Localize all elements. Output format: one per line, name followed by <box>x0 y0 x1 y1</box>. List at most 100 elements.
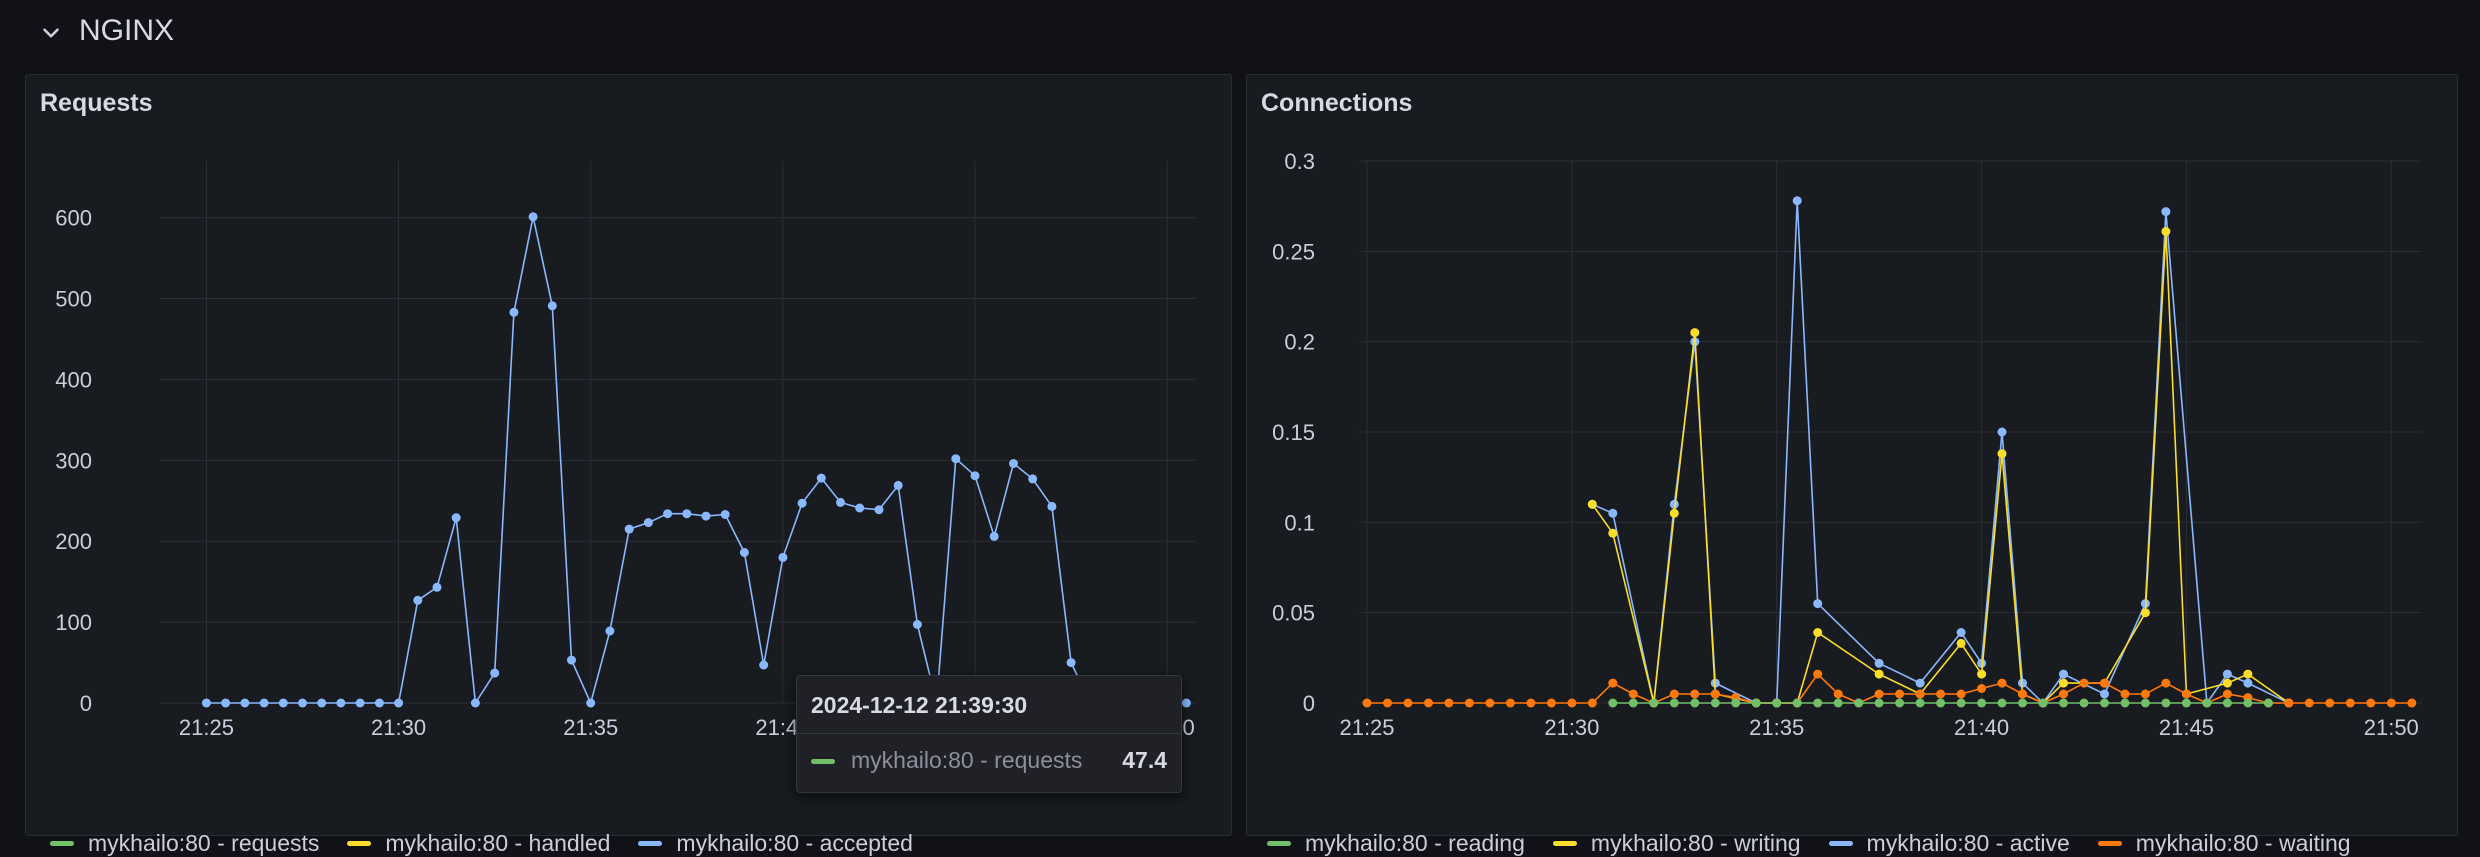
data-point-writing <box>2059 678 2068 688</box>
data-point-reading <box>1936 698 1946 708</box>
y-tick-label: 0.25 <box>1272 239 1315 264</box>
data-point-accepted <box>432 582 442 592</box>
data-point-active <box>2100 689 2109 699</box>
tooltip-value: 47.4 <box>1122 747 1167 773</box>
y-tick-label: 0.05 <box>1272 601 1315 626</box>
data-point-reading <box>1792 698 1802 708</box>
data-point-writing <box>1669 508 1679 518</box>
data-point-writing <box>1587 499 1597 509</box>
data-point-reading <box>2202 698 2212 708</box>
x-tick-label: 21:25 <box>179 715 234 740</box>
data-point-waiting <box>2140 689 2150 699</box>
data-point-active <box>2161 207 2171 217</box>
data-point-reading <box>2120 698 2130 708</box>
y-tick-label: 0.1 <box>1284 510 1315 535</box>
legend-item-reading[interactable]: mykhailo:80 - reading <box>1267 830 1525 857</box>
data-point-accepted <box>1047 501 1057 511</box>
data-point-waiting <box>1464 698 1474 708</box>
data-point-reading <box>1772 698 1782 708</box>
data-point-accepted <box>874 505 884 515</box>
legend-item-requests[interactable]: mykhailo:80 - requests <box>50 830 319 857</box>
data-point-waiting <box>1567 698 1577 708</box>
x-tick-label: 21:45 <box>2159 715 2214 740</box>
x-tick-label: 21:30 <box>1544 715 1599 740</box>
data-point-active <box>1813 599 1823 609</box>
data-point-accepted <box>413 595 423 605</box>
data-point-active <box>2059 669 2068 679</box>
data-point-accepted <box>470 698 480 708</box>
data-point-waiting <box>2181 689 2191 699</box>
data-point-accepted <box>663 509 673 519</box>
data-point-accepted <box>1066 658 1076 668</box>
y-tick-label: 400 <box>55 367 92 392</box>
data-point-waiting <box>1977 684 1987 693</box>
data-point-waiting <box>1444 698 1454 708</box>
data-point-accepted <box>240 698 250 708</box>
data-point-reading <box>1608 698 1618 708</box>
legend-item-accepted[interactable]: mykhailo:80 - accepted <box>638 830 913 857</box>
row-header: NGINX <box>0 0 2480 66</box>
tooltip-divider <box>797 733 1181 734</box>
data-point-active <box>1997 427 2007 437</box>
x-tick-label: 21:40 <box>1954 715 2009 740</box>
requests-chart[interactable]: 21:2521:3021:3521:4021:4521:500100200300… <box>26 75 1231 755</box>
y-tick-label: 0.15 <box>1272 420 1315 445</box>
data-point-writing <box>1956 638 1966 648</box>
legend-item-active[interactable]: mykhailo:80 - active <box>1828 830 2070 857</box>
data-point-accepted <box>355 698 365 708</box>
series-line-active <box>1591 199 2290 704</box>
legend-item-handled[interactable]: mykhailo:80 - handled <box>347 830 610 857</box>
data-point-accepted <box>1181 698 1191 708</box>
legend-label: mykhailo:80 - writing <box>1590 830 1801 856</box>
data-point-waiting <box>1362 698 1372 708</box>
data-point-reading <box>2059 698 2068 708</box>
chevron-down-icon[interactable] <box>38 20 64 46</box>
y-tick-label: 0 <box>1303 691 1315 716</box>
data-point-accepted <box>317 698 327 708</box>
data-point-accepted <box>759 660 769 670</box>
data-point-accepted <box>701 511 711 521</box>
legend-item-waiting[interactable]: mykhailo:80 - waiting <box>2097 830 2351 857</box>
y-tick-label: 0.2 <box>1284 330 1315 355</box>
data-point-writing <box>1977 669 1987 679</box>
data-point-waiting <box>2018 689 2027 699</box>
data-point-accepted <box>201 698 211 708</box>
data-point-writing <box>2161 227 2171 236</box>
data-point-active <box>1915 678 1925 688</box>
data-point-accepted <box>624 524 634 534</box>
data-point-reading <box>1915 698 1925 708</box>
data-point-reading <box>1956 698 1966 708</box>
data-point-waiting <box>1813 669 1823 679</box>
data-point-reading <box>1669 698 1679 708</box>
row-title[interactable]: NGINX <box>79 14 174 48</box>
data-point-accepted <box>778 552 788 562</box>
data-point-waiting <box>1956 689 1966 699</box>
data-point-waiting <box>1587 698 1597 708</box>
y-tick-label: 200 <box>55 529 92 554</box>
data-point-accepted <box>336 698 346 708</box>
data-point-reading <box>1751 698 1761 708</box>
data-point-accepted <box>221 698 231 708</box>
data-point-waiting <box>2386 698 2396 708</box>
data-point-waiting <box>2079 678 2089 688</box>
hover-tooltip: 2024-12-12 21:39:30 mykhailo:80 - reques… <box>796 675 1182 793</box>
data-point-writing <box>1874 669 1884 679</box>
legend-item-writing[interactable]: mykhailo:80 - writing <box>1552 830 1801 857</box>
legend-swatch <box>638 841 663 846</box>
data-point-waiting <box>1833 689 1843 699</box>
legend-swatch <box>1552 841 1577 846</box>
data-point-accepted <box>374 698 384 708</box>
data-point-waiting <box>2222 689 2232 699</box>
data-point-reading <box>1731 698 1741 708</box>
data-point-reading <box>1874 698 1884 708</box>
data-point-waiting <box>1997 678 2007 688</box>
data-point-reading <box>1649 698 1659 708</box>
data-point-waiting <box>2284 698 2294 708</box>
series-line-writing <box>1591 230 2290 704</box>
connections-chart[interactable]: 21:25 21:30 21:35 21:40 21:45 21:50 0 0.05 0.1 0.… <box>1247 75 2457 755</box>
requests-legend: mykhailo:80 - requests mykhailo:80 - han… <box>50 830 941 857</box>
data-point-accepted <box>490 668 500 678</box>
data-point-accepted <box>567 655 576 665</box>
legend-label: mykhailo:80 - waiting <box>2135 830 2351 856</box>
data-point-waiting <box>2304 698 2314 708</box>
